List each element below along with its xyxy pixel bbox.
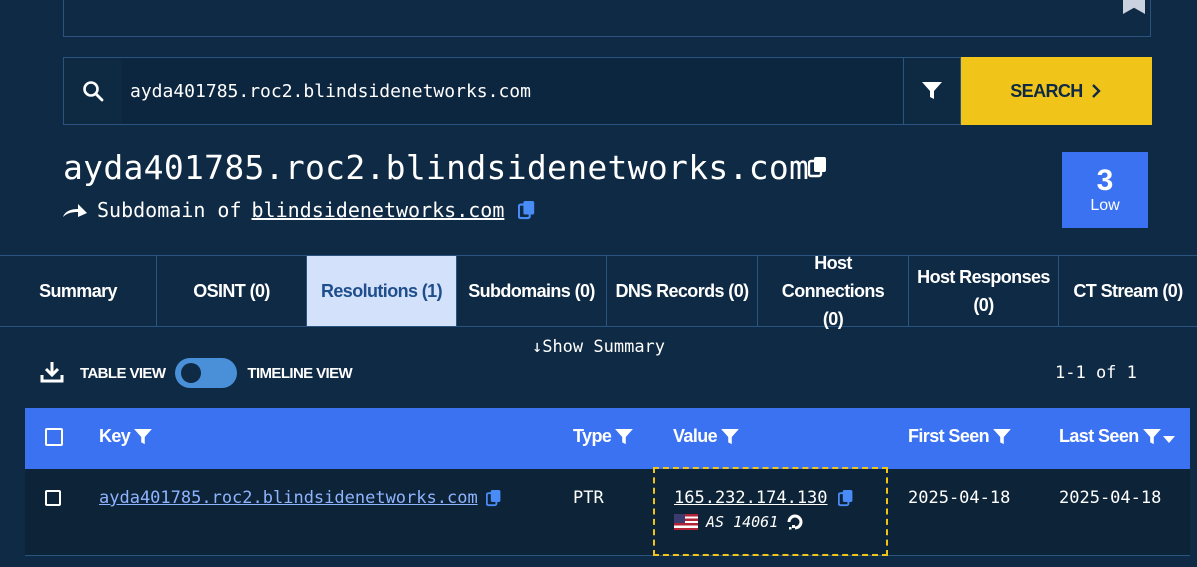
toggle-knob	[181, 363, 202, 383]
page-title: ayda401785.roc2.blindsidenetworks.com	[63, 148, 810, 187]
column-label: First Seen	[908, 426, 990, 446]
arrow-down-icon: ↓	[531, 337, 543, 357]
value-cell: 165.232.174.130	[674, 488, 854, 508]
asn-info: AS 14061	[674, 513, 804, 531]
pagination-info: 1-1 of 1	[1055, 363, 1137, 383]
row-checkbox[interactable]	[45, 490, 61, 506]
column-header-value[interactable]: Value	[673, 426, 739, 447]
column-header-type[interactable]: Type	[573, 426, 634, 447]
table-row	[25, 469, 1190, 556]
copy-icon[interactable]	[807, 156, 828, 183]
key-link[interactable]: ayda401785.roc2.blindsidenetworks.com	[99, 488, 478, 508]
copy-icon[interactable]	[837, 489, 854, 507]
search-input[interactable]	[122, 58, 902, 124]
risk-score: 3	[1096, 164, 1114, 197]
tab-host-responses[interactable]: Host Responses (0)	[909, 256, 1059, 326]
show-summary-toggle[interactable]: ↓Show Summary	[0, 337, 1197, 357]
reply-arrow-icon	[63, 204, 87, 217]
digitalocean-icon	[787, 514, 803, 530]
timeline-view-label: TIMELINE VIEW	[247, 364, 353, 382]
subdomain-prefix: Subdomain of	[97, 198, 242, 222]
filter-button[interactable]	[903, 57, 961, 125]
filter-icon	[922, 82, 942, 99]
ip-link[interactable]: 165.232.174.130	[674, 488, 828, 508]
tab-host-connections[interactable]: Host Connections (0)	[758, 253, 909, 329]
filter-icon[interactable]	[721, 428, 739, 445]
last-seen-cell: 2025-04-18	[1059, 488, 1162, 508]
column-label: Last Seen	[1059, 426, 1139, 446]
tab-subdomains[interactable]: Subdomains (0)	[457, 256, 607, 326]
tab-ct-stream[interactable]: CT Stream (0)	[1059, 256, 1197, 326]
filter-icon[interactable]	[615, 428, 634, 445]
column-label: Value	[673, 426, 718, 446]
view-toggle[interactable]	[175, 358, 238, 388]
asn-label: AS 14061	[706, 513, 779, 531]
value-cell-highlight	[653, 467, 888, 556]
tab-dns-records[interactable]: DNS Records (0)	[607, 256, 758, 326]
search-icon	[82, 80, 104, 102]
first-seen-cell: 2025-04-18	[908, 488, 1011, 508]
view-switch: TABLE VIEW TIMELINE VIEW	[80, 358, 353, 388]
search-button[interactable]: SEARCH	[961, 57, 1152, 125]
filter-icon[interactable]	[993, 428, 1011, 445]
subdomain-info: Subdomain of blindsidenetworks.com	[63, 198, 536, 222]
tab-osint[interactable]: OSINT (0)	[157, 256, 307, 326]
tab-resolutions[interactable]: Resolutions (1)	[307, 256, 457, 326]
filter-icon[interactable]	[1142, 428, 1161, 445]
parent-domain-link[interactable]: blindsidenetworks.com	[252, 198, 505, 222]
filter-icon[interactable]	[134, 428, 153, 445]
download-icon[interactable]	[40, 360, 64, 389]
select-all-checkbox[interactable]	[45, 428, 63, 446]
show-summary-label: Show Summary	[542, 337, 666, 357]
key-cell: ayda401785.roc2.blindsidenetworks.com	[99, 488, 502, 508]
table-view-label: TABLE VIEW	[80, 364, 166, 382]
column-header-key[interactable]: Key	[99, 426, 153, 447]
copy-icon[interactable]	[518, 200, 536, 220]
us-flag-icon	[674, 514, 698, 530]
risk-score-badge: 3 Low	[1062, 152, 1148, 228]
column-label: Key	[99, 426, 131, 446]
top-panel	[63, 0, 1151, 37]
tab-summary[interactable]: Summary	[0, 256, 157, 326]
copy-icon[interactable]	[485, 489, 502, 507]
column-header-last-seen[interactable]: Last Seen	[1059, 426, 1175, 447]
tab-bar: Summary OSINT (0) Resolutions (1) Subdom…	[0, 253, 1197, 329]
column-header-first-seen[interactable]: First Seen	[908, 426, 1011, 447]
chevron-right-icon	[1091, 84, 1101, 98]
sort-desc-icon[interactable]	[1162, 435, 1175, 444]
risk-level: Low	[1090, 197, 1120, 214]
search-button-label: SEARCH	[1010, 80, 1083, 101]
type-cell: PTR	[573, 488, 604, 508]
column-label: Type	[573, 426, 612, 446]
